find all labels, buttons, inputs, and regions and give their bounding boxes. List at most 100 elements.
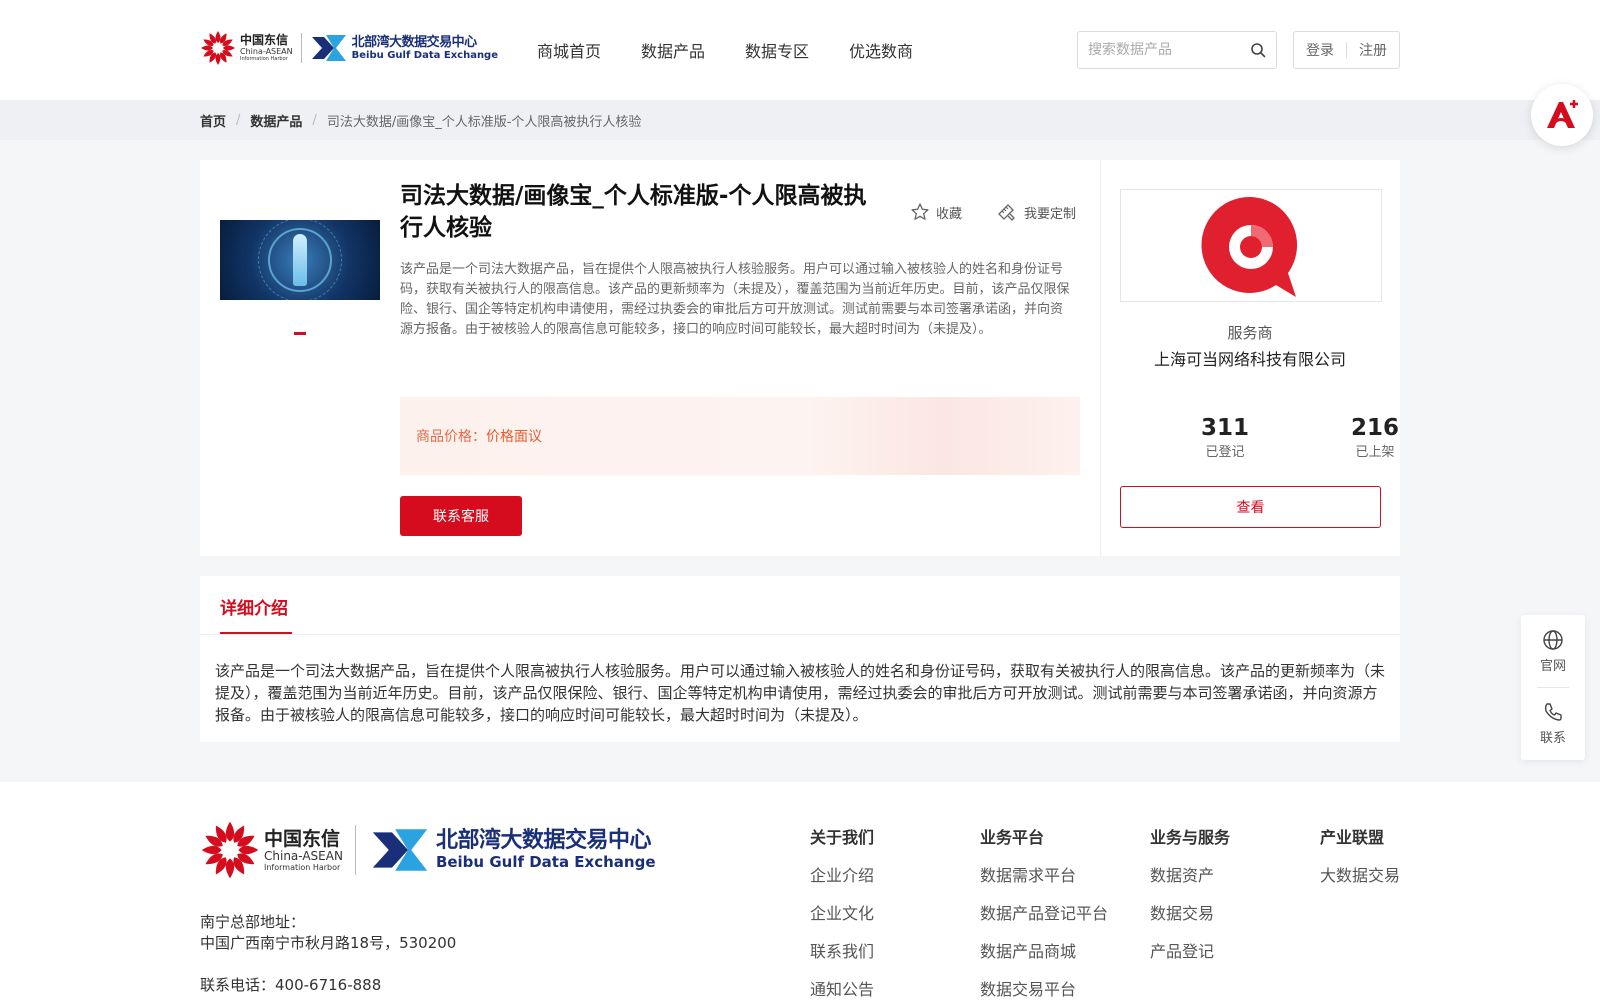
price-label: 商品价格： bbox=[416, 429, 486, 445]
product-title: 司法大数据/画像宝_个人标准版-个人限高被执行人核验 bbox=[400, 183, 867, 241]
registered-count: 311 bbox=[1200, 415, 1249, 441]
footer-link[interactable]: 通知公告 bbox=[810, 980, 874, 1000]
price-value: 价格面议 bbox=[486, 429, 542, 445]
footer-link[interactable]: 数据产品商城 bbox=[980, 942, 1108, 962]
vendor-name: 上海可当网络科技有限公司 bbox=[1153, 350, 1346, 369]
listed-stat: 216 已上架 bbox=[1325, 414, 1425, 464]
footer-col-about: 关于我们 企业介绍 企业文化 联系我们 通知公告 bbox=[810, 828, 874, 1000]
footer: 中国东信 China-ASEAN Information Harbor 北部湾大… bbox=[0, 782, 1600, 1000]
footer-phone: 联系电话：400-6716-888 bbox=[200, 976, 382, 994]
china-asean-emblem-icon bbox=[201, 821, 259, 879]
globe-icon bbox=[1543, 630, 1563, 650]
footer-link[interactable]: 大数据交易 bbox=[1320, 866, 1400, 886]
logo-divider bbox=[300, 33, 302, 63]
product-card: 司法大数据/画像宝_个人标准版-个人限高被执行人核验 收藏 我要定制 该产品是一… bbox=[200, 160, 1400, 556]
footer-col-alliance: 产业联盟 大数据交易 bbox=[1320, 828, 1400, 904]
breadcrumb-home[interactable]: 首页 bbox=[200, 111, 226, 130]
phone-icon bbox=[1544, 703, 1562, 721]
customize-button[interactable]: 我要定制 bbox=[996, 202, 1076, 222]
footer-link[interactable]: 数据交易平台 bbox=[980, 980, 1108, 1000]
footer-link[interactable]: 数据产品登记平台 bbox=[980, 904, 1108, 924]
top-header: 中国东信 China-ASEAN Information Harbor 北部湾大… bbox=[0, 0, 1600, 100]
address-label: 南宁总部地址： bbox=[200, 913, 306, 931]
nav-mall-home[interactable]: 商城首页 bbox=[537, 38, 601, 62]
footer-col-heading: 业务与服务 bbox=[1150, 828, 1231, 847]
nav-data-zone[interactable]: 数据专区 bbox=[745, 38, 809, 62]
footer-col-heading: 业务平台 bbox=[980, 828, 1045, 847]
footer-logo-bb-title: 北部湾大数据交易中心 bbox=[435, 828, 652, 853]
footer-logo-cn-sub: China-ASEAN bbox=[264, 848, 343, 863]
product-description: 该产品是一个司法大数据产品，旨在提供个人限高被执行人核验服务。用户可以通过输入被… bbox=[400, 262, 1070, 337]
vendor-label: 服务商 bbox=[1227, 324, 1273, 342]
footer-link[interactable]: 联系我们 bbox=[810, 942, 874, 962]
login-link[interactable]: 登录 bbox=[1306, 40, 1334, 60]
beibu-gulf-emblem-icon bbox=[311, 35, 346, 61]
registered-label: 已登记 bbox=[1205, 445, 1245, 460]
side-toolbar: 官网 联系 bbox=[1521, 615, 1585, 760]
nav-selected-merchants[interactable]: 优选数商 bbox=[849, 38, 913, 62]
image-figure bbox=[293, 234, 307, 286]
footer-link[interactable]: 数据交易 bbox=[1150, 904, 1230, 924]
website-tool[interactable]: 官网 bbox=[1521, 629, 1585, 674]
footer-logo-cn-title: 中国东信 bbox=[264, 827, 341, 850]
logo-bb-sub: Beibu Gulf Data Exchange bbox=[351, 49, 498, 61]
footer-logo: 中国东信 China-ASEAN Information Harbor 北部湾大… bbox=[200, 820, 656, 880]
registered-stat: 311 已登记 bbox=[1175, 414, 1275, 464]
contact-label: 联系 bbox=[1539, 731, 1566, 746]
website-label: 官网 bbox=[1539, 659, 1566, 674]
customize-label: 我要定制 bbox=[1024, 206, 1077, 222]
favorite-button[interactable]: 收藏 bbox=[910, 202, 962, 222]
breadcrumb: 首页 / 数据产品 / 司法大数据/画像宝_个人标准版-个人限高被执行人核验 bbox=[0, 100, 1600, 140]
footer-link[interactable]: 数据需求平台 bbox=[980, 866, 1108, 886]
footer-link[interactable]: 企业文化 bbox=[810, 904, 874, 924]
nav-data-products[interactable]: 数据产品 bbox=[641, 38, 705, 62]
contact-tool[interactable]: 联系 bbox=[1521, 701, 1585, 746]
detail-divider bbox=[200, 634, 1400, 635]
logo-cn-sub: China-ASEAN bbox=[240, 47, 293, 56]
listed-count: 216 bbox=[1350, 415, 1399, 441]
logo-cn-title: 中国东信 bbox=[240, 33, 289, 47]
footer-col-heading: 产业联盟 bbox=[1320, 828, 1385, 847]
search-icon[interactable] bbox=[1250, 42, 1266, 58]
detail-text: 该产品是一个司法大数据产品，旨在提供个人限高被执行人核验服务。用户可以通过输入被… bbox=[215, 662, 1386, 724]
main-nav: 商城首页 数据产品 数据专区 优选数商 bbox=[537, 38, 953, 62]
china-asean-emblem-icon bbox=[201, 31, 235, 65]
breadcrumb-separator: / bbox=[312, 112, 317, 128]
tool-divider bbox=[1537, 687, 1569, 688]
product-image bbox=[220, 220, 380, 300]
vendor-logo[interactable] bbox=[1120, 189, 1382, 302]
auth-divider bbox=[1346, 42, 1347, 58]
footer-col-services: 业务与服务 数据资产 数据交易 产品登记 bbox=[1150, 828, 1230, 980]
footer-col-platform: 业务平台 数据需求平台 数据产品登记平台 数据产品商城 数据交易平台 bbox=[980, 828, 1108, 1000]
logo-bb-title: 北部湾大数据交易中心 bbox=[351, 34, 478, 50]
logo-cn-sub2: Information Harbor bbox=[240, 56, 288, 62]
detail-section: 详细介绍 该产品是一个司法大数据产品，旨在提供个人限高被执行人核验服务。用户可以… bbox=[200, 576, 1400, 742]
listed-label: 已上架 bbox=[1355, 445, 1395, 460]
vendor-q-logo-icon bbox=[1201, 196, 1298, 297]
assistant-logo-icon bbox=[1547, 100, 1578, 128]
beibu-gulf-emblem-icon bbox=[372, 829, 428, 871]
favorite-label: 收藏 bbox=[936, 206, 963, 222]
site-logo[interactable]: 中国东信 China-ASEAN Information Harbor 北部湾大… bbox=[200, 30, 498, 66]
contact-service-button[interactable]: 联系客服 bbox=[400, 496, 522, 536]
footer-logo-cn-sub2: Information Harbor bbox=[264, 862, 341, 872]
view-vendor-button[interactable]: 查看 bbox=[1120, 486, 1381, 528]
register-link[interactable]: 注册 bbox=[1359, 40, 1387, 60]
footer-col-heading: 关于我们 bbox=[810, 828, 875, 847]
footer-address: 南宁总部地址： 中国广西南宁市秋月路18号，530200 bbox=[200, 912, 456, 954]
address-value: 中国广西南宁市秋月路18号，530200 bbox=[200, 934, 457, 952]
search-input[interactable] bbox=[1088, 42, 1248, 58]
footer-link[interactable]: 企业介绍 bbox=[810, 866, 874, 886]
tab-detail[interactable]: 详细介绍 bbox=[220, 594, 288, 619]
breadcrumb-current: 司法大数据/画像宝_个人标准版-个人限高被执行人核验 bbox=[326, 114, 642, 130]
customize-icon bbox=[998, 204, 1015, 221]
footer-link[interactable]: 数据资产 bbox=[1150, 866, 1230, 886]
footer-link[interactable]: 产品登记 bbox=[1150, 942, 1230, 962]
footer-china-asean-logo: 中国东信 China-ASEAN Information Harbor bbox=[200, 820, 343, 880]
breadcrumb-section[interactable]: 数据产品 bbox=[250, 111, 302, 130]
search-box bbox=[1077, 31, 1277, 69]
floating-assistant-button[interactable] bbox=[1531, 84, 1593, 146]
price-box: 商品价格： 价格面议 bbox=[400, 397, 1080, 475]
footer-logo-divider bbox=[354, 825, 356, 875]
image-carousel-indicator[interactable] bbox=[294, 332, 306, 335]
